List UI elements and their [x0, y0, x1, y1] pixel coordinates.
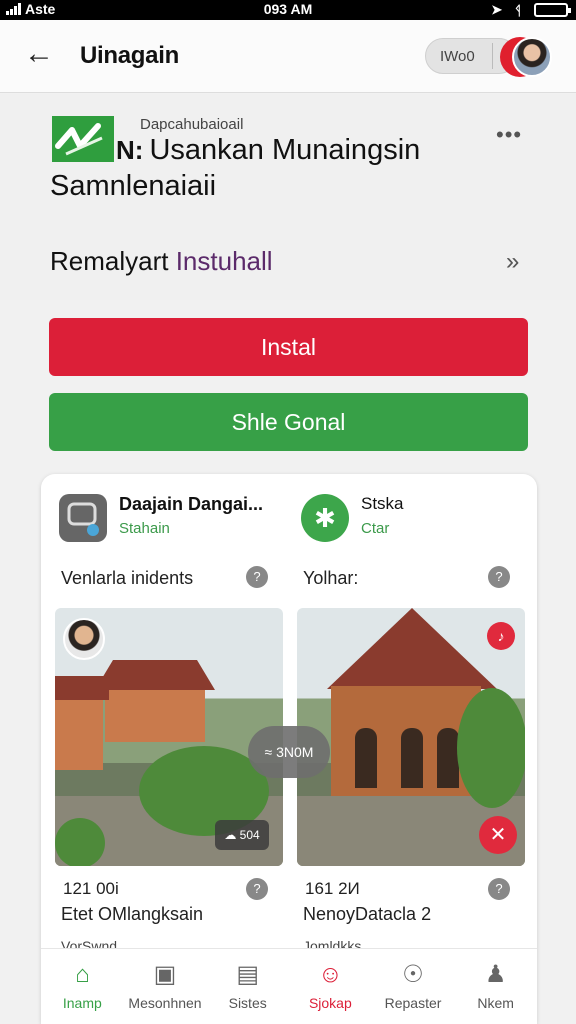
photo-bush [55, 818, 105, 866]
house-wall [55, 700, 103, 770]
bottom-nav: ⌂ Inamp ▣ Mesonhnen ▤ Sistes ☺ Sjokap ☉ … [41, 948, 537, 1024]
photo-thumbnail-left[interactable]: ☁ 504 [55, 608, 283, 866]
app-name-text: Usankan Munaingsin Samnlenaiaii [50, 134, 421, 202]
card-subtitle-right: Ctar [361, 520, 390, 537]
share-button[interactable]: Shle Gonal [49, 393, 528, 451]
card-label-right: Yolhar: [303, 568, 359, 588]
grid-icon: ▣ [153, 961, 177, 988]
card-number-left: 121 00i [63, 879, 119, 898]
house-wall [105, 690, 205, 742]
card-label-left: Venlarla inidents [61, 568, 194, 588]
nav-label: Nkem [477, 995, 514, 1011]
nav-label: Inamp [62, 995, 102, 1011]
card-title-right[interactable]: Stska [361, 494, 404, 514]
chat-icon [59, 494, 107, 542]
header-pill-label: IWo0 [440, 48, 475, 65]
profile-icon: ♟ [484, 961, 507, 988]
app-info-section: Dapcahubaioail ••• N: Usankan Munaingsin … [0, 94, 576, 300]
nav-item-lists[interactable]: ▤ Sistes [206, 949, 289, 1024]
status-bar: Aste 093 AM ➤ ᛩ [0, 0, 576, 20]
house-door [355, 728, 377, 788]
battery-icon [534, 3, 571, 17]
duration-pill[interactable]: ≈ 3N0M [248, 726, 330, 778]
nav-item-shop[interactable]: ☺ Sjokap [289, 949, 372, 1024]
card-subtitle-left: Stahain [119, 520, 170, 537]
nav-label: Sjokap [308, 995, 352, 1011]
help-icon[interactable]: ? [246, 566, 268, 588]
avatar-photo [512, 37, 552, 77]
remark-row[interactable]: Remalyart Instuhall [50, 246, 273, 277]
nav-item-explore[interactable]: ☉ Repaster [372, 949, 455, 1024]
pill-divider [492, 43, 493, 69]
avatar[interactable] [500, 37, 552, 77]
help-icon[interactable]: ? [488, 566, 510, 588]
app-header: ← Uinagain IWo0 [0, 20, 576, 93]
house-roof [55, 676, 109, 700]
house-roof [95, 660, 215, 690]
person-icon: ☺ [318, 961, 343, 988]
developer-name[interactable]: Dapcahubaioail [140, 116, 243, 133]
content-card: Daajain Dangai... Stahain Venlarla inide… [41, 474, 537, 1024]
list-icon: ▤ [236, 961, 260, 988]
more-options-icon[interactable]: ••• [496, 122, 522, 148]
help-icon[interactable]: ? [488, 878, 510, 900]
status-right: ➤ ᛩ [491, 2, 571, 18]
remark-main: Remalyart [50, 246, 176, 276]
chevron-right-icon[interactable]: » [506, 248, 519, 276]
app-name: N: Usankan Munaingsin Samnlenaiaii [50, 132, 490, 204]
bluetooth-icon: ᛩ [514, 2, 522, 18]
nav-item-home[interactable]: ⌂ Inamp [41, 949, 124, 1024]
back-arrow-icon[interactable]: ← [24, 38, 58, 72]
nav-item-profile[interactable]: ♟ Nkem [454, 949, 537, 1024]
cut-icon[interactable]: ✕ [479, 816, 517, 854]
remark-accent: Instuhall [175, 246, 273, 276]
nav-label: Mesonhnen [128, 995, 202, 1011]
photo-badge: ☁ 504 [215, 820, 269, 850]
star-icon: ✱ [301, 494, 349, 542]
card-caption-left: Etet OMlangksain [61, 904, 204, 924]
photo-thumbnail-right[interactable]: ♪ ✕ [297, 608, 525, 866]
card-title-left[interactable]: Daajain Dangai... [119, 494, 263, 515]
nav-label: Repaster [384, 995, 442, 1011]
house-door [437, 728, 459, 788]
nav-label: Sistes [228, 995, 267, 1011]
card-number-right: 161 2И [305, 879, 360, 898]
creator-avatar [63, 618, 105, 660]
help-icon[interactable]: ? [246, 878, 268, 900]
app-name-prefix: N: [116, 135, 144, 165]
photo-bush [457, 688, 525, 808]
status-time: 093 AM [263, 1, 313, 17]
nav-item-messages[interactable]: ▣ Mesonhnen [124, 949, 207, 1024]
install-button[interactable]: Instal [49, 318, 528, 376]
home-icon: ⌂ [75, 961, 90, 988]
alert-badge-icon: ♪ [487, 622, 515, 650]
location-icon: ➤ [491, 2, 503, 17]
house-door [401, 728, 423, 788]
page-title: Uinagain [80, 42, 179, 69]
card-caption-right: NenoyDatacla 2 [303, 904, 432, 924]
card-column-right: ✱ Stska Ctar Yolhar: ? ♪ ✕ 161 2И ? Neno… [295, 474, 535, 1024]
compass-icon: ☉ [402, 961, 424, 988]
